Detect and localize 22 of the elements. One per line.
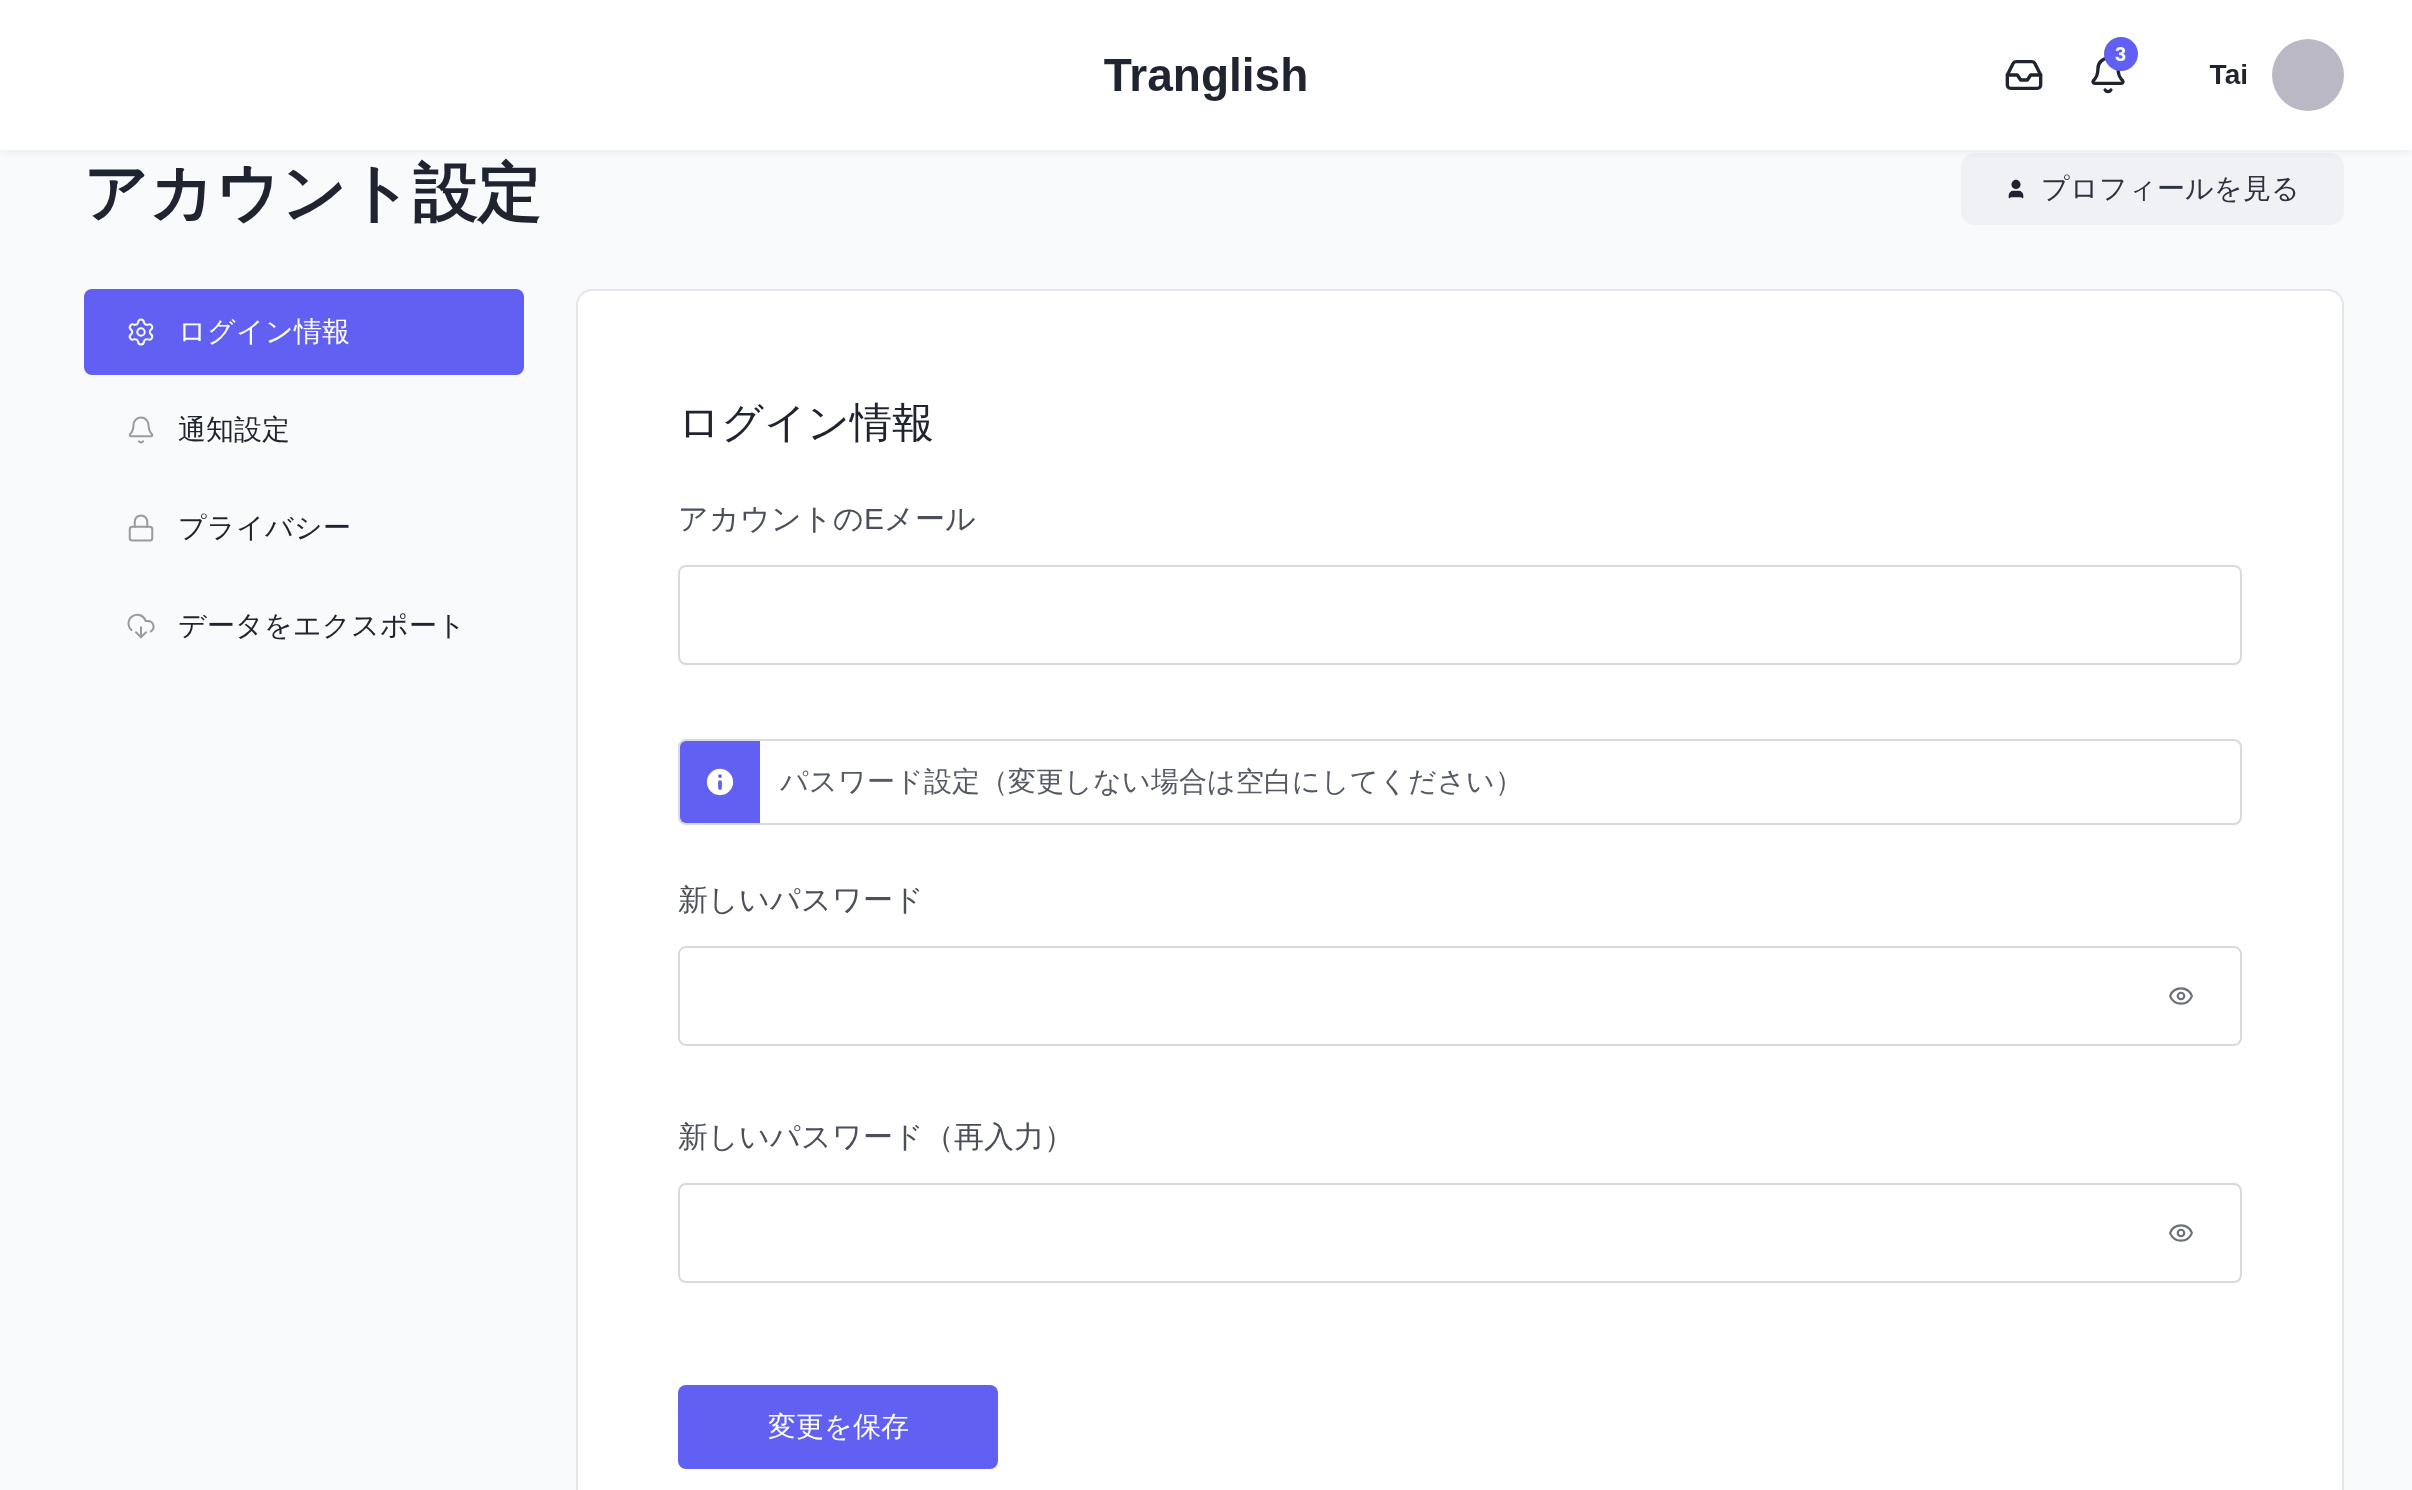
field-label: 新しいパスワード [678, 882, 925, 918]
settings-icon [126, 317, 156, 347]
brand-logo[interactable]: Tranglish [1103, 40, 1309, 110]
bell-icon [126, 415, 156, 445]
view-profile-button[interactable]: プロフィールを見る [1961, 153, 2344, 225]
lock-icon [126, 513, 156, 543]
sidebar-item[interactable]: プライバシー [84, 485, 524, 571]
info-text: パスワード設定（変更しない場合は空白にしてください） [780, 765, 1523, 799]
sidebar-item[interactable]: 通知設定 [84, 387, 524, 473]
user-name[interactable]: Tai [2209, 54, 2248, 96]
cloud-download-icon [126, 611, 156, 641]
save-button[interactable]: 変更を保存 [678, 1385, 998, 1469]
field-label: 新しいパスワード（再入力） [678, 1119, 1075, 1155]
password-field[interactable] [678, 946, 2242, 1046]
password-field[interactable] [678, 1183, 2242, 1283]
section-heading: ログイン情報 [678, 398, 935, 448]
sidebar-item[interactable]: データをエクスポート [84, 583, 524, 669]
page-title: アカウント設定 [84, 155, 542, 230]
notification-badge: 3 [2103, 37, 2138, 71]
sidebar-item[interactable]: ログイン情報 [84, 289, 524, 375]
field-label: アカウントのEメール [678, 501, 977, 537]
email-field[interactable] [678, 565, 2242, 665]
